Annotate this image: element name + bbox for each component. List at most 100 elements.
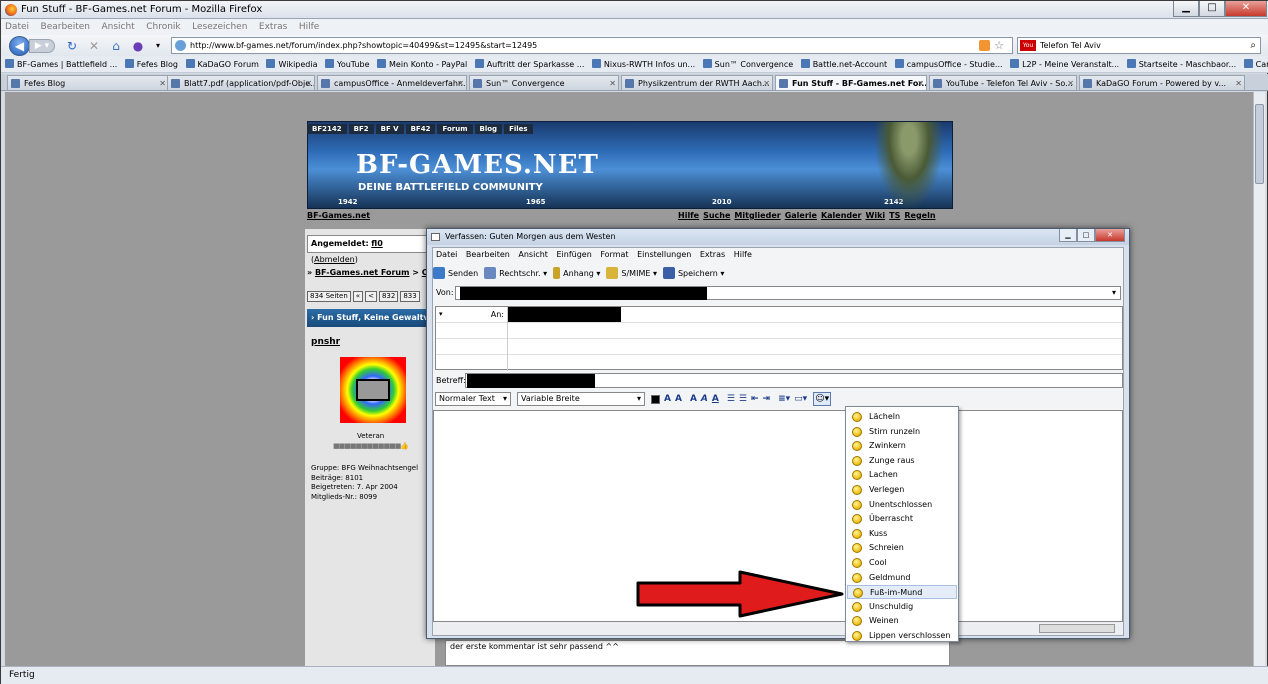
close-tab-icon[interactable]: ✕: [763, 76, 770, 90]
smiley-stirn-runzeln[interactable]: Stirn runzeln: [847, 425, 957, 439]
smiley-kuss[interactable]: Kuss: [847, 527, 957, 541]
dropdown-icon[interactable]: ▾: [151, 39, 165, 53]
save-button[interactable]: Speichern ▾: [662, 267, 724, 279]
search-icon[interactable]: ⌕: [1250, 38, 1256, 53]
compose-menu-extras[interactable]: Extras: [700, 250, 725, 259]
reload-icon[interactable]: ↻: [65, 39, 79, 53]
italic-icon[interactable]: A: [701, 394, 708, 404]
maximize-button[interactable]: □: [1199, 1, 1225, 17]
search-bar[interactable]: You Telefon Tel Aviv ⌕: [1017, 37, 1261, 54]
nav-tab-blog[interactable]: Blog: [474, 124, 503, 134]
recipient-row[interactable]: [436, 355, 1122, 371]
back-button[interactable]: ◀: [9, 36, 30, 56]
compose-maximize-button[interactable]: □: [1077, 229, 1095, 242]
numbered-list-icon[interactable]: ☰: [739, 394, 747, 404]
link-mitglieder[interactable]: Mitglieder: [734, 211, 780, 220]
bookmark-item[interactable]: campusOffice - Studie...: [894, 56, 1003, 72]
addon-icon[interactable]: ●: [131, 39, 145, 53]
compose-menu-hilfe[interactable]: Hilfe: [734, 250, 752, 259]
menu-chronik[interactable]: Chronik: [142, 20, 184, 34]
page-833[interactable]: 833: [400, 291, 420, 302]
tab-campusoffice[interactable]: campusOffice - Anmeldeverfahr... ✕: [317, 75, 467, 90]
bookmark-item[interactable]: BF-Games | Battlefield ...: [5, 56, 117, 72]
smiley-schreien[interactable]: Schreien: [847, 541, 957, 555]
nav-tab-bf2[interactable]: BF2: [348, 124, 374, 134]
recipient-row[interactable]: [436, 323, 1122, 339]
post-author[interactable]: pnshr: [311, 337, 340, 347]
send-button[interactable]: Senden: [433, 267, 478, 279]
close-tab-icon[interactable]: ✕: [609, 76, 616, 90]
site-home-link[interactable]: BF-Games.net: [307, 211, 370, 220]
bookmark-item[interactable]: Battle.net-Account: [800, 56, 887, 72]
font-larger-icon[interactable]: A: [664, 394, 671, 404]
close-tab-icon[interactable]: ✕: [1067, 76, 1074, 90]
from-select[interactable]: ▾: [455, 286, 1121, 300]
recipient-type-select[interactable]: ▾ An:: [436, 307, 508, 323]
smiley-fuss-im-mund[interactable]: Fuß-im-Mund: [847, 585, 957, 600]
smiley-ueberrascht[interactable]: Überrascht: [847, 512, 957, 526]
smime-button[interactable]: S/MIME ▾: [606, 267, 657, 279]
link-wiki[interactable]: Wiki: [866, 211, 886, 220]
smiley-lachen[interactable]: Lachen: [847, 468, 957, 482]
bookmark-item[interactable]: KaDaGO Forum: [185, 56, 259, 72]
bookmark-item[interactable]: Auftritt der Sparkasse ...: [474, 56, 584, 72]
recipient-row[interactable]: ▾ An:: [436, 307, 1122, 323]
outdent-icon[interactable]: ⇤: [751, 394, 759, 404]
page-832[interactable]: 832: [378, 291, 399, 302]
tab-fun-stuff[interactable]: Fun Stuff - BF-Games.net For... ✕: [775, 75, 927, 90]
page-scrollbar[interactable]: [1253, 92, 1265, 666]
bookmark-item[interactable]: Wikipedia: [266, 56, 318, 72]
smiley-unentschlossen[interactable]: Unentschlossen: [847, 498, 957, 512]
compose-menu-ansicht[interactable]: Ansicht: [518, 250, 548, 259]
compose-close-button[interactable]: ✕: [1095, 229, 1125, 242]
compose-menu-einfuegen[interactable]: Einfügen: [556, 250, 591, 259]
close-tab-icon[interactable]: ✕: [159, 76, 166, 90]
menu-extras[interactable]: Extras: [255, 20, 291, 34]
tab-blatt7[interactable]: Blatt7.pdf (application/pdf-Obje... ✕: [167, 75, 315, 90]
pages-dropdown[interactable]: 834 Seiten: [307, 291, 351, 302]
bookmark-star-icon[interactable]: ☆: [994, 38, 1004, 53]
bold-icon[interactable]: A: [690, 394, 697, 404]
bookmark-item[interactable]: Carpe Diem: [1243, 56, 1268, 72]
bookmark-item[interactable]: Startseite - Maschbaor...: [1126, 56, 1236, 72]
logged-in-user[interactable]: fl0: [371, 239, 383, 248]
close-window-button[interactable]: ✕: [1225, 1, 1267, 17]
font-smaller-icon[interactable]: A: [675, 394, 682, 404]
tab-fefes-blog[interactable]: Fefes Blog ✕: [7, 75, 169, 90]
close-tab-icon[interactable]: ✕: [457, 76, 464, 90]
forward-button[interactable]: ▶ ▾: [29, 39, 55, 53]
youtube-icon[interactable]: You: [1020, 40, 1036, 51]
bookmark-item[interactable]: L2P - Meine Veranstalt...: [1010, 56, 1119, 72]
paragraph-style-select[interactable]: Normaler Text: [435, 392, 511, 406]
smiley-unschuldig[interactable]: Unschuldig: [847, 600, 957, 614]
link-suche[interactable]: Suche: [703, 211, 730, 220]
font-select[interactable]: Variable Breite: [517, 392, 645, 406]
breadcrumb-home[interactable]: BF-Games.net Forum: [315, 268, 410, 277]
home-icon[interactable]: ⌂: [109, 39, 123, 53]
bookmark-item[interactable]: Sun™ Convergence: [702, 56, 793, 72]
link-galerie[interactable]: Galerie: [785, 211, 817, 220]
close-tab-icon[interactable]: ✕: [1235, 76, 1242, 90]
rss-icon[interactable]: [979, 40, 990, 51]
url-bar[interactable]: http://www.bf-games.net/forum/index.php?…: [171, 37, 1013, 54]
close-tab-icon[interactable]: ✕: [305, 76, 312, 90]
menu-ansicht[interactable]: Ansicht: [97, 20, 138, 34]
minimize-button[interactable]: ▁: [1173, 1, 1199, 17]
menu-bearbeiten[interactable]: Bearbeiten: [37, 20, 94, 34]
link-regeln[interactable]: Regeln: [904, 211, 935, 220]
tab-sun-convergence[interactable]: Sun™ Convergence ✕: [469, 75, 619, 90]
recipient-row[interactable]: [436, 339, 1122, 355]
stop-icon[interactable]: ✕: [87, 39, 101, 53]
indent-icon[interactable]: ⇥: [763, 394, 771, 404]
close-tab-icon[interactable]: ✕: [917, 76, 924, 90]
smiley-zwinkern[interactable]: Zwinkern: [847, 439, 957, 453]
compose-menu-datei[interactable]: Datei: [436, 250, 457, 259]
smiley-weinen[interactable]: Weinen: [847, 614, 957, 628]
compose-menu-bearbeiten[interactable]: Bearbeiten: [466, 250, 510, 259]
spellcheck-button[interactable]: Rechtschr. ▾: [484, 267, 547, 279]
compose-minimize-button[interactable]: ▁: [1059, 229, 1077, 242]
smiley-lippen-verschlossen[interactable]: Lippen verschlossen: [847, 629, 957, 643]
nav-tab-bf42[interactable]: BF42: [405, 124, 436, 134]
first-page-button[interactable]: «: [352, 291, 364, 302]
bookmark-item[interactable]: Nixus-RWTH Infos un...: [591, 56, 695, 72]
